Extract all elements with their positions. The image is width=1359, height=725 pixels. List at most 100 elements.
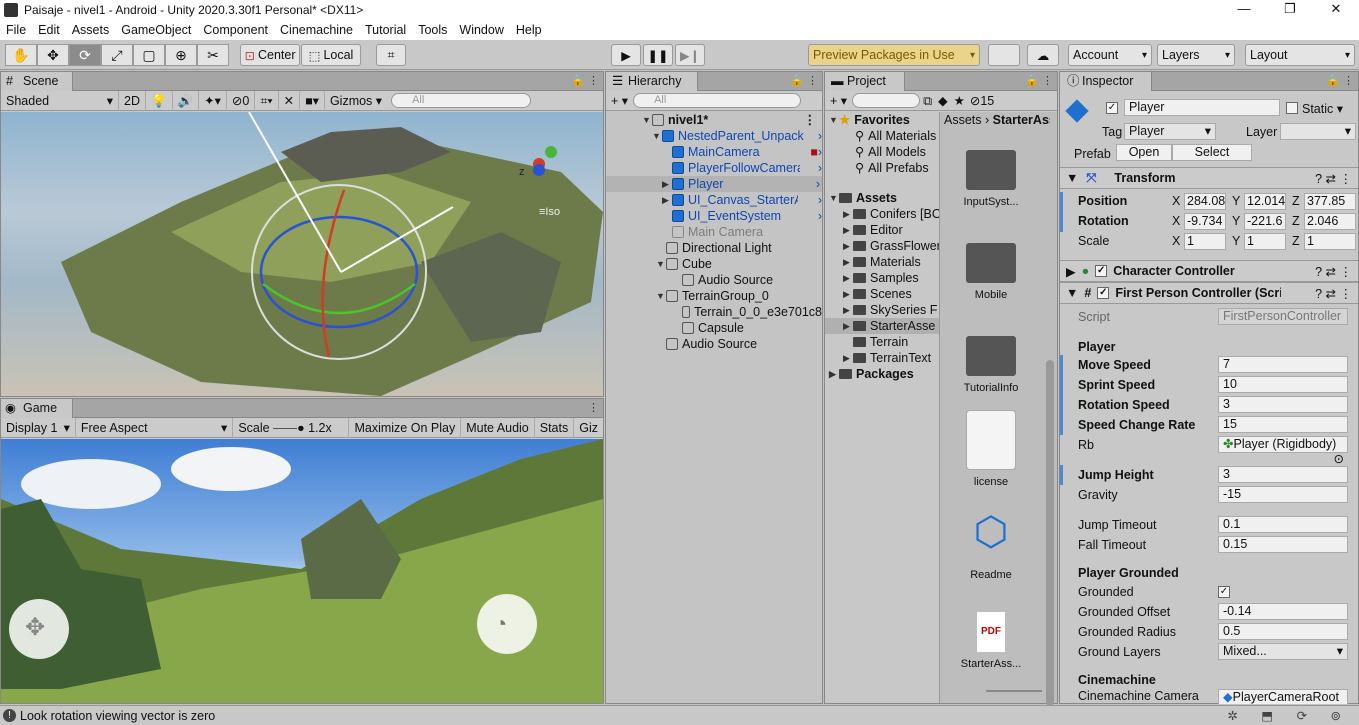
scene-viewport[interactable]: z ≡Iso xyxy=(1,112,603,396)
hierarchy-item-selected[interactable]: ▶ Player › xyxy=(606,176,822,192)
transform-header[interactable]: ▼ ⤧ Transform? ⇄ ⋮ xyxy=(1060,167,1358,189)
prefab-select-button[interactable]: Select xyxy=(1172,144,1252,161)
asset-folder[interactable]: Terrain xyxy=(853,334,908,350)
hierarchy-item[interactable]: MainCamera ■ › xyxy=(672,144,822,160)
object-name-field[interactable]: Player xyxy=(1124,99,1280,116)
menu-component[interactable]: Component xyxy=(197,23,274,37)
menu-assets[interactable]: Assets xyxy=(66,23,116,37)
grounded-checkbox[interactable]: ✓ xyxy=(1218,586,1230,598)
asset-folder-selected[interactable]: ▶ StarterAsse xyxy=(825,318,939,334)
chevron-right-icon[interactable]: › xyxy=(818,208,822,224)
static-dropdown[interactable]: Static ▾ xyxy=(1302,101,1343,116)
game-viewport[interactable]: ✥ ◔ xyxy=(1,439,603,703)
scene-search-input[interactable]: All xyxy=(391,93,532,108)
audio-icon[interactable]: 🔊 xyxy=(173,90,200,111)
scale-x-label[interactable]: X xyxy=(1172,234,1180,248)
2d-toggle[interactable]: 2D xyxy=(119,90,146,111)
camera-icon[interactable]: ■▾ xyxy=(300,90,325,111)
chevron-right-icon[interactable]: › xyxy=(818,144,822,160)
asset-tile[interactable]: Mobile xyxy=(946,235,1036,301)
rect-tool-icon[interactable]: ▢ xyxy=(133,44,165,66)
move-tool-icon[interactable]: ✥ xyxy=(37,44,69,66)
asset-folder[interactable]: ▶ Materials xyxy=(843,254,921,270)
grounded-radius-field[interactable]: 0.5 xyxy=(1218,623,1348,640)
component-menu-icon[interactable]: ? ⇄ ⋮ xyxy=(1315,286,1352,301)
menu-window[interactable]: Window xyxy=(453,23,509,37)
scale-x-field[interactable]: 1 xyxy=(1184,233,1226,250)
rotation-x-field[interactable]: -9.734 xyxy=(1184,213,1226,230)
scrollbar[interactable] xyxy=(1046,360,1054,706)
iso-label[interactable]: ≡Iso xyxy=(539,206,560,218)
asset-tile[interactable]: TutorialInfo xyxy=(946,328,1036,394)
maximize-on-play-toggle[interactable]: Maximize On Play xyxy=(349,417,462,438)
favorite-star-icon[interactable]: ★ xyxy=(951,91,968,111)
play-button[interactable]: ▶ xyxy=(611,44,641,66)
orientation-gizmo-z[interactable] xyxy=(533,164,545,176)
position-y-field[interactable]: 12.014 xyxy=(1244,193,1286,210)
scale-z-field[interactable]: 1 xyxy=(1304,233,1356,250)
asset-folder[interactable]: ▶ Scenes xyxy=(843,286,912,302)
chevron-right-icon[interactable]: › xyxy=(818,160,822,176)
gravity-field[interactable]: -15 xyxy=(1218,486,1348,503)
hidden-objects-icon[interactable]: ⊘0 xyxy=(227,90,256,111)
orientation-gizmo-y[interactable] xyxy=(545,146,557,158)
panel-menu-icon[interactable]: 🔒 ⋮ xyxy=(1025,74,1053,87)
gizmos-dropdown[interactable]: Gizmos ▾ xyxy=(325,91,387,111)
collab-button[interactable] xyxy=(988,44,1020,66)
rb-field[interactable]: ✤Player (Rigidbody) ⊙ xyxy=(1218,436,1348,466)
asset-folder[interactable]: ▶GrassFlowers xyxy=(843,238,939,254)
create-asset-button[interactable]: + ▾ xyxy=(825,91,852,111)
cloud-icon[interactable]: ☁ xyxy=(1027,44,1059,66)
grid-snap-icon[interactable]: ⌗ xyxy=(376,44,406,66)
pivot-local-button[interactable]: ⬚ Local xyxy=(301,44,361,66)
menu-help[interactable]: Help xyxy=(510,23,548,37)
pause-button[interactable]: ❚❚ xyxy=(643,44,673,66)
status-bar[interactable]: ! Look rotation viewing vector is zero ✲… xyxy=(0,705,1359,725)
chevron-right-icon[interactable]: › xyxy=(818,192,822,208)
favorite-item[interactable]: ⚲ All Materials xyxy=(855,128,936,144)
scale-z-label[interactable]: Z xyxy=(1292,234,1300,248)
grounded-offset-field[interactable]: -0.14 xyxy=(1218,603,1348,620)
menu-cinemachine[interactable]: Cinemachine xyxy=(274,23,359,37)
game-gizmos-toggle[interactable]: Giz xyxy=(574,418,603,438)
maximize-button[interactable]: ❐ xyxy=(1267,0,1313,20)
effects-icon[interactable]: ✦▾ xyxy=(199,90,227,111)
tab-scene[interactable]: # Scene xyxy=(1,72,73,91)
panel-menu-icon[interactable]: 🔒 ⋮ xyxy=(571,74,599,87)
hierarchy-item[interactable]: ▼ TerrainGroup_0 xyxy=(656,288,769,304)
filter-type-icon[interactable]: ⧉ xyxy=(920,91,935,111)
account-dropdown[interactable]: Account xyxy=(1068,44,1152,66)
menu-file[interactable]: File xyxy=(0,23,32,37)
asset-folder[interactable]: ▶ SkySeries F xyxy=(843,302,937,318)
aspect-dropdown[interactable]: Free Aspect ▾ xyxy=(76,417,234,438)
hand-tool-icon[interactable]: ✋ xyxy=(5,44,37,66)
asset-tile[interactable]: ⬡ Readme xyxy=(946,507,1036,581)
position-z-label[interactable]: Z xyxy=(1292,194,1300,208)
preview-packages-button[interactable]: Preview Packages in Use xyxy=(808,44,980,66)
hierarchy-item[interactable]: ▼ NestedParent_Unpack › xyxy=(652,128,822,144)
hierarchy-item[interactable]: Directional Light xyxy=(666,240,772,256)
scale-tool-icon[interactable]: ⤢ xyxy=(101,44,133,66)
component-menu-icon[interactable]: ? ⇄ ⋮ xyxy=(1315,264,1352,279)
character-controller-enabled-checkbox[interactable]: ✓ xyxy=(1095,265,1108,277)
hierarchy-item[interactable]: UI_EventSystem › xyxy=(672,208,822,224)
rotate-tool-icon[interactable]: ⟳ xyxy=(69,44,101,66)
layer-dropdown[interactable]: ▾ xyxy=(1280,123,1356,140)
tools-icon[interactable]: ✕ xyxy=(279,90,301,111)
transform-tool-icon[interactable]: ⊕ xyxy=(165,44,197,66)
position-y-label[interactable]: Y xyxy=(1232,194,1240,208)
scale-y-field[interactable]: 1 xyxy=(1244,233,1286,250)
packages-row[interactable]: ▶ Packages xyxy=(829,366,914,382)
scene-root-row[interactable]: ▼ nivel1* ⋮ xyxy=(642,112,822,128)
asset-tile[interactable]: InputSyst... xyxy=(946,142,1036,208)
scale-y-label[interactable]: Y xyxy=(1232,234,1240,248)
breadcrumb-item[interactable]: StarterAss xyxy=(993,113,1050,127)
rotation-z-field[interactable]: 2.046 xyxy=(1304,213,1356,230)
favorite-item[interactable]: ⚲ All Models xyxy=(855,144,926,160)
minimize-button[interactable]: — xyxy=(1221,0,1267,20)
component-menu-icon[interactable]: ? ⇄ ⋮ xyxy=(1315,171,1352,186)
hierarchy-item[interactable]: ▼ Cube xyxy=(656,256,712,272)
status-icons[interactable]: ✲ ⬒ ⟳ ⊚ xyxy=(1227,708,1351,723)
sprint-speed-field[interactable]: 10 xyxy=(1218,376,1348,393)
menu-edit[interactable]: Edit xyxy=(32,23,66,37)
